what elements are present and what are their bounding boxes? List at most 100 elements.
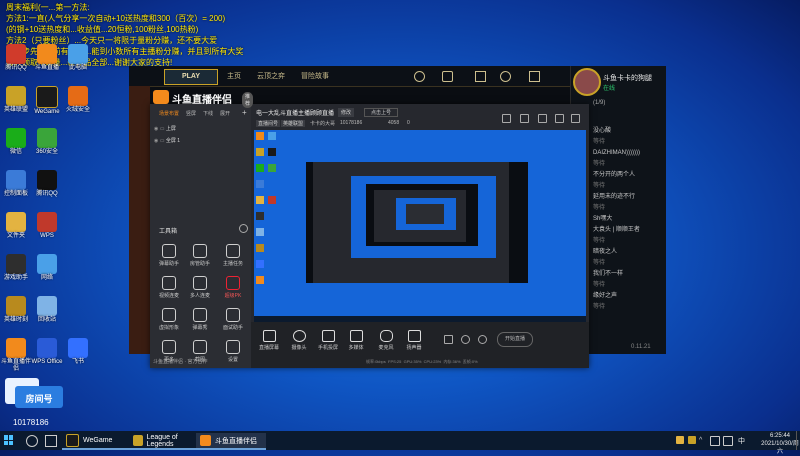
loot-icon[interactable] <box>475 71 486 82</box>
tool-multi-link[interactable]: 多人连麦 <box>186 276 214 299</box>
category-button[interactable]: 点击上号 <box>364 108 399 117</box>
tool-avatar[interactable]: 虚拟形象 <box>155 308 183 331</box>
tray-lol-icon[interactable] <box>688 436 696 444</box>
tool-settings[interactable]: 设置 <box>219 340 247 363</box>
desktop-icon[interactable]: WPS Office <box>30 338 64 366</box>
media-button[interactable]: 多媒体 <box>343 330 369 351</box>
shield-icon <box>68 86 88 106</box>
taskbar-item-lol[interactable]: League of Legends <box>129 433 199 450</box>
friend-name[interactable]: 没心酸 <box>593 126 640 137</box>
room-tag: 直播间号 <box>256 120 281 127</box>
room-number-badge: 房间号 <box>15 386 63 408</box>
desktop-icon[interactable]: 游戏助手 <box>0 254 33 282</box>
profile-icon[interactable] <box>414 71 425 82</box>
desktop-icon[interactable]: 英雄联盟 <box>0 86 33 114</box>
network-icon[interactable] <box>710 436 720 446</box>
camera-button[interactable]: 摄像头 <box>286 330 312 351</box>
speaker-button[interactable]: 扬声器 <box>401 330 427 351</box>
volume-icon[interactable] <box>723 436 733 446</box>
friend-name[interactable]: 缘好之声 <box>593 291 640 302</box>
screen-capture-button[interactable]: 直播屏幕 <box>256 330 282 351</box>
phone-cast-button[interactable]: 手机投屏 <box>315 330 341 351</box>
share-icon[interactable] <box>538 114 547 123</box>
store-icon[interactable] <box>500 71 511 82</box>
desktop-icon[interactable]: 文件夹 <box>0 212 33 240</box>
desktop-icon[interactable]: 腾讯QQ <box>0 44 33 72</box>
modify-title-button[interactable]: 修改 <box>338 108 355 117</box>
menu-icon[interactable] <box>571 114 580 123</box>
desktop-icon[interactable]: 斗鱼直播伴侣 <box>0 338 33 373</box>
desktop-icon[interactable]: WeGame <box>30 86 64 116</box>
desktop-icon[interactable]: 腾讯QQ <box>30 170 64 198</box>
desktop-icon[interactable]: WPS <box>30 212 64 240</box>
desktop-icon[interactable]: 回收站 <box>30 296 64 324</box>
record-icon[interactable] <box>444 335 453 344</box>
tool-interview[interactable]: 面试助手 <box>219 308 247 331</box>
tool-tasks[interactable]: 主播任务 <box>219 244 247 267</box>
friend-name[interactable]: 大袁头 | 顺顺王者 <box>593 225 640 236</box>
friend-name[interactable]: DAIZHIMAN))))))) <box>593 148 640 159</box>
microphone-button[interactable]: 麦克风 <box>373 330 399 351</box>
scene-item[interactable]: ◉ ▭ 全屏 1 <box>154 137 180 144</box>
lock-icon[interactable] <box>520 114 529 123</box>
tools-heading: 工具箱 <box>159 229 178 235</box>
desktop-icon[interactable]: 控制面板 <box>0 170 33 198</box>
pin-icon[interactable] <box>502 114 511 123</box>
tools-settings-icon[interactable] <box>239 224 248 233</box>
add-scene-button[interactable]: + <box>242 108 247 117</box>
tab-offline[interactable]: 下线 <box>203 110 213 117</box>
friend-name[interactable]: Sh嘿大 <box>593 214 640 225</box>
nav-home[interactable]: 主页 <box>227 71 241 81</box>
desktop-icon[interactable]: 360安全 <box>30 128 64 156</box>
task-view-icon[interactable] <box>45 435 57 447</box>
bell-icon[interactable] <box>555 114 564 123</box>
settings-icon[interactable] <box>478 335 487 344</box>
windows-start-icon[interactable] <box>4 435 14 445</box>
tool-danmu-show[interactable]: 弹幕秀 <box>186 308 214 331</box>
desktop-icon[interactable]: 微信 <box>0 128 33 156</box>
desktop-icon[interactable]: 英雄时刻 <box>0 296 33 324</box>
desktop-icon[interactable]: 此电脑 <box>61 44 95 72</box>
desktop-icon[interactable]: 斗鱼直播 <box>30 44 64 72</box>
screenshot-icon <box>193 340 207 354</box>
friend-name[interactable]: 暗夜之人 <box>593 247 640 258</box>
filter-icon[interactable] <box>461 335 470 344</box>
clock[interactable]: 6:25:44 2021/10/30/周六 <box>760 432 800 456</box>
desktop-icon[interactable]: 网络 <box>30 254 64 282</box>
search-icon[interactable] <box>26 435 38 447</box>
friend-count: (1/9) <box>593 100 606 106</box>
tool-room-admin[interactable]: 房管助手 <box>186 244 214 267</box>
friend-name[interactable]: 延用未的迹不行 <box>593 192 640 203</box>
input-language[interactable]: 中 <box>738 436 745 446</box>
start-stream-button[interactable]: 开始直播 <box>497 332 533 347</box>
tab-portrait[interactable]: 竖屏 <box>186 110 196 117</box>
play-button[interactable]: PLAY <box>164 69 218 85</box>
feishu-icon <box>68 338 88 358</box>
nav-tft[interactable]: 云顶之弈 <box>257 71 285 81</box>
tool-danmu[interactable]: 弹幕助手 <box>155 244 183 267</box>
taskbar-item-douyu[interactable]: 斗鱼直播伴侣 <box>196 433 266 450</box>
tab-scene[interactable]: 场景布置 <box>159 110 179 117</box>
speaker-icon <box>407 330 421 342</box>
stream-preview[interactable] <box>254 130 586 322</box>
streamer-sidebar: 斗鱼直播伴侣 推荐 场景布置 竖屏 下线 展开 + ◉ ▭ 上屏 ◉ ▭ 全屏 … <box>150 90 254 368</box>
show-desktop-button[interactable] <box>796 431 800 450</box>
scene-item[interactable]: ◉ ▭ 上屏 <box>154 125 176 132</box>
taskbar-item-wegame[interactable]: WeGame <box>62 433 132 450</box>
tool-pk[interactable]: 超级PK <box>219 276 247 299</box>
friend-name[interactable]: 不分开的两个人 <box>593 170 640 181</box>
chevron-up-icon[interactable]: ^ <box>699 437 702 444</box>
streamer-app-window[interactable]: 斗鱼直播伴侣 推荐 场景布置 竖屏 下线 展开 + ◉ ▭ 上屏 ◉ ▭ 全屏 … <box>150 90 589 368</box>
tab-expand[interactable]: 展开 <box>220 110 230 117</box>
friend-status: 等待 <box>593 238 606 244</box>
desktop-icon[interactable]: 火绒安全 <box>61 86 95 114</box>
nav-adventure[interactable]: 冒险故事 <box>301 71 329 81</box>
collection-icon[interactable] <box>442 71 453 82</box>
preview-desktop-icons <box>254 130 286 322</box>
tray-app-icon[interactable] <box>676 436 684 444</box>
avatar-icon <box>162 308 176 322</box>
desktop-icon[interactable]: 飞书 <box>61 338 95 366</box>
tool-video-link[interactable]: 视频连麦 <box>155 276 183 299</box>
avatar[interactable] <box>573 68 601 96</box>
friend-name[interactable]: 我们不一样 <box>593 269 640 280</box>
